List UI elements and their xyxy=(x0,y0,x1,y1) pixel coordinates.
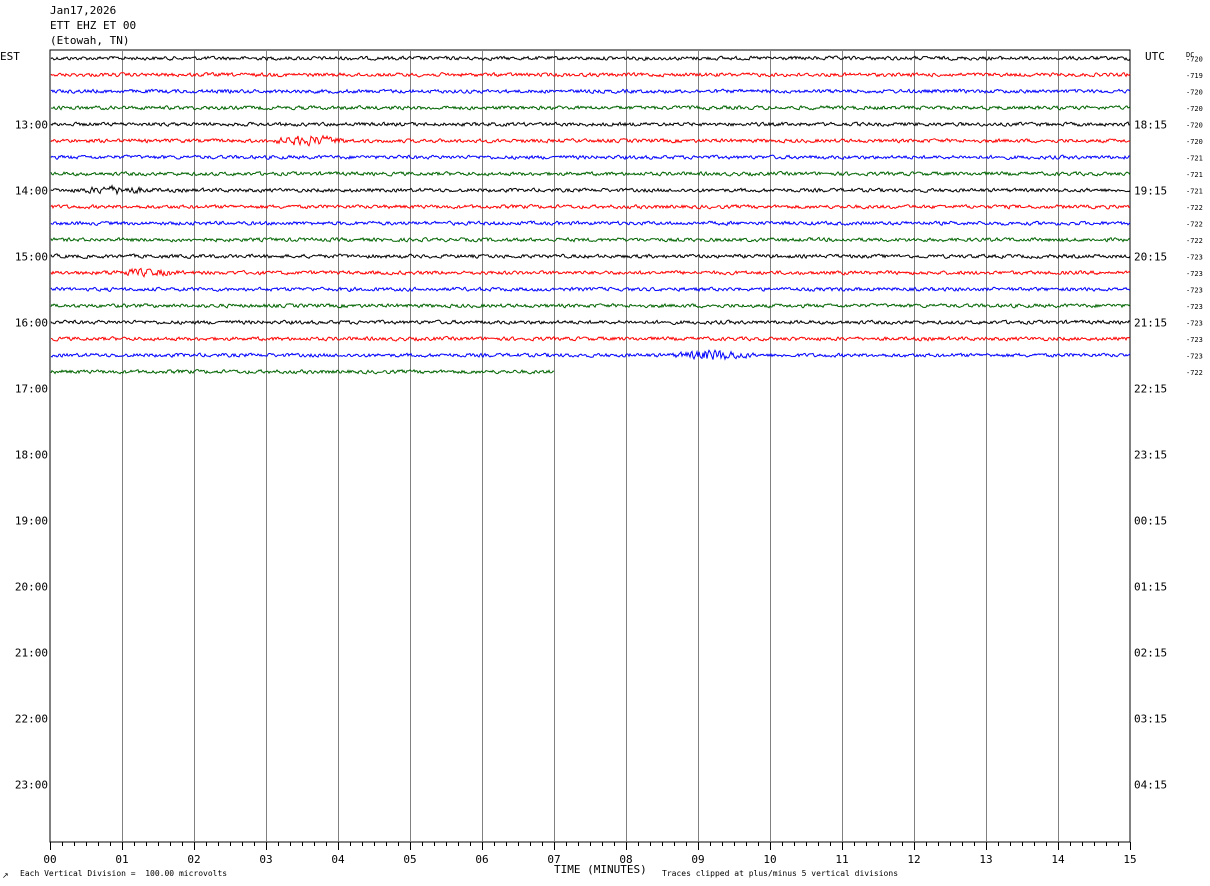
est-hour-label: 20:00 xyxy=(15,580,48,593)
dc-offset-value: -722 xyxy=(1186,369,1203,377)
seismic-trace xyxy=(50,55,1131,62)
dc-offset-value: -722 xyxy=(1186,237,1203,245)
label-layer: 00 01 02 03 04 05 06 07 08 09 10 11 12 13 14 1513:00 18:… xyxy=(15,55,1203,866)
dc-offset-value: -722 xyxy=(1186,204,1203,212)
seismic-trace xyxy=(50,286,1131,293)
est-hour-label: 18:00 xyxy=(15,448,48,461)
est-hour-label: 19:00 xyxy=(15,514,48,527)
footer-right-note: Traces clipped at plus/minus 5 vertical … xyxy=(662,869,898,878)
utc-hour-label: 22:15 xyxy=(1134,382,1167,395)
x-tick-label: 13 xyxy=(979,853,992,866)
dc-offset-value: -720 xyxy=(1186,138,1203,146)
seismic-trace xyxy=(50,236,1131,243)
seismic-trace xyxy=(50,335,1131,342)
seismic-trace xyxy=(50,71,1131,78)
x-tick-label: 05 xyxy=(403,853,416,866)
seismic-trace xyxy=(50,349,1131,361)
dc-offset-value: -723 xyxy=(1186,319,1203,327)
plot-frame xyxy=(49,49,1131,843)
x-tick-label: 02 xyxy=(187,853,200,866)
seismic-trace xyxy=(50,319,1131,326)
dc-offset-value: -721 xyxy=(1186,171,1203,179)
x-axis-title: TIME (MINUTES) xyxy=(554,863,647,876)
seismic-trace xyxy=(50,154,1131,161)
utc-hour-label: 02:15 xyxy=(1134,646,1167,659)
est-hour-label: 14:00 xyxy=(15,184,48,197)
corner-mark-icon: ↗ xyxy=(2,871,9,880)
dc-label: DC xyxy=(1186,51,1194,59)
utc-hour-label: 00:15 xyxy=(1134,514,1167,527)
footer-left-note: Each Vertical Division = 100.00 microvol… xyxy=(20,869,227,878)
dc-offset-value: -723 xyxy=(1186,303,1203,311)
dc-offset-value: -721 xyxy=(1186,154,1203,162)
est-hour-label: 16:00 xyxy=(15,316,48,329)
est-hour-label: 17:00 xyxy=(15,382,48,395)
seismic-trace xyxy=(50,121,1131,128)
utc-hour-label: 18:15 xyxy=(1134,118,1167,131)
utc-hour-label: 21:15 xyxy=(1134,316,1167,329)
dc-offset-value: -721 xyxy=(1186,187,1203,195)
x-tick-label: 06 xyxy=(475,853,488,866)
dc-offset-value: -719 xyxy=(1186,72,1203,80)
x-tick-label: 11 xyxy=(835,853,848,866)
x-tick-label: 12 xyxy=(907,853,920,866)
est-hour-label: 21:00 xyxy=(15,646,48,659)
seismic-trace xyxy=(50,134,1131,147)
est-hour-label: 23:00 xyxy=(15,778,48,791)
seismic-trace xyxy=(50,253,1131,260)
est-hour-label: 22:00 xyxy=(15,712,48,725)
seismic-trace xyxy=(51,104,1131,111)
x-tick-label: 00 xyxy=(43,853,56,866)
x-tick-label: 14 xyxy=(1051,853,1065,866)
utc-hour-label: 19:15 xyxy=(1134,184,1167,197)
x-tick-label: 10 xyxy=(763,853,776,866)
seismic-trace xyxy=(50,220,1131,226)
utc-hour-label: 01:15 xyxy=(1134,580,1167,593)
dc-offset-value: -723 xyxy=(1186,336,1203,344)
grid-layer xyxy=(50,50,1131,850)
x-tick-label: 01 xyxy=(115,853,128,866)
utc-hour-label: 03:15 xyxy=(1134,712,1167,725)
right-timezone-label: UTC xyxy=(1145,50,1165,63)
x-tick-label: 09 xyxy=(691,853,704,866)
seismic-trace xyxy=(50,184,1131,196)
dc-offset-value: -723 xyxy=(1186,253,1203,261)
x-tick-label: 04 xyxy=(331,853,345,866)
seismic-trace xyxy=(50,368,555,375)
trace-layer xyxy=(50,55,1131,375)
x-tick-label: 03 xyxy=(259,853,272,866)
dc-offset-value: -720 xyxy=(1186,105,1203,113)
seismic-trace xyxy=(50,302,1131,309)
dc-offset-value: -722 xyxy=(1186,220,1203,228)
x-tick-label: 15 xyxy=(1123,853,1136,866)
utc-hour-label: 04:15 xyxy=(1134,778,1167,791)
est-hour-label: 15:00 xyxy=(15,250,48,263)
dc-offset-value: -720 xyxy=(1186,88,1203,96)
utc-hour-label: 23:15 xyxy=(1134,448,1167,461)
utc-hour-label: 20:15 xyxy=(1134,250,1167,263)
est-hour-label: 13:00 xyxy=(15,118,48,131)
seismic-trace xyxy=(50,203,1131,210)
dc-offset-value: -723 xyxy=(1186,352,1203,360)
dc-offset-value: -723 xyxy=(1186,286,1203,294)
seismic-trace xyxy=(50,88,1131,95)
left-timezone-label: EST xyxy=(0,50,20,63)
dc-offset-value: -720 xyxy=(1186,121,1203,129)
dc-offset-value: -723 xyxy=(1186,270,1203,278)
helicorder-chart: 00 01 02 03 04 05 06 07 08 09 10 11 12 13 14 1513:00 18:… xyxy=(0,49,1203,880)
seismic-trace xyxy=(50,267,1131,278)
seismic-trace xyxy=(50,170,1131,177)
